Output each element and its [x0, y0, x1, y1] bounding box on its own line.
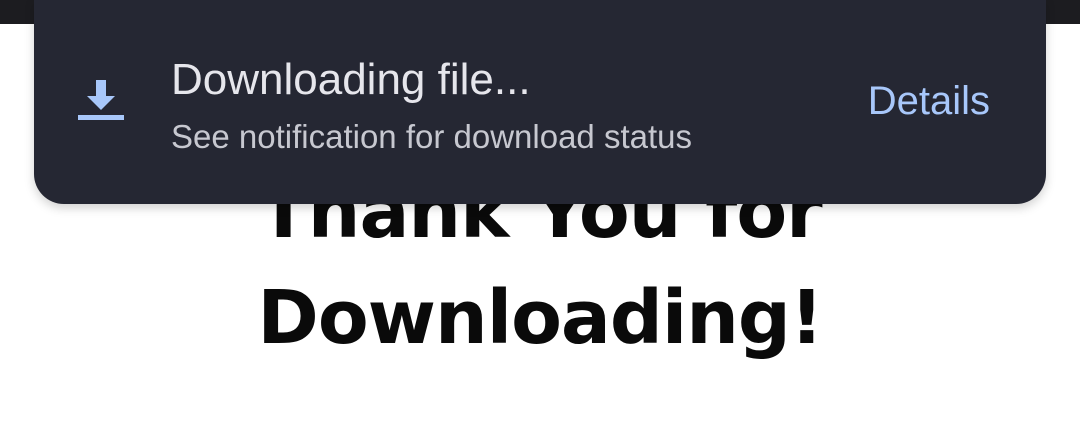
snackbar-subtitle: See notification for download status — [171, 118, 692, 155]
download-icon — [78, 80, 126, 124]
browser-viewport: Thank You for Downloading! Downloading f… — [0, 0, 1080, 423]
download-snackbar: Downloading file... See notification for… — [34, 0, 1046, 204]
details-button[interactable]: Details — [868, 76, 990, 126]
page-headline-line2: Downloading! — [257, 275, 823, 361]
snackbar-title: Downloading file... — [171, 55, 531, 104]
